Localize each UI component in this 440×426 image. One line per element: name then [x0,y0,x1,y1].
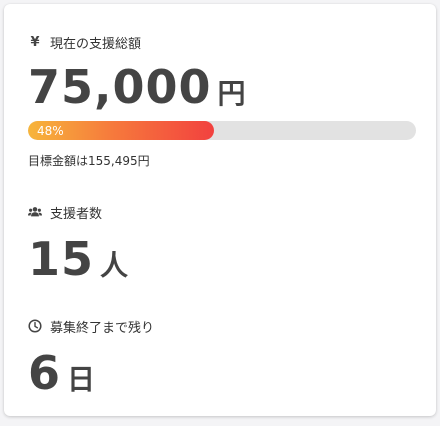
supporters-count-value: 15 [28,232,95,286]
remaining-days: 6 日 [28,350,412,396]
total-amount-label-row: ¥ 現在の支援総額 [28,32,412,52]
total-amount-value: 75,000 [28,60,212,114]
total-amount-section: ¥ 現在の支援総額 75,000 円 [28,32,412,111]
supporters-label-row: 支援者数 [28,202,412,222]
remaining-days-section: 募集終了まで残り 6 日 [28,316,412,396]
funding-status-card: ¥ 現在の支援総額 75,000 円 48% 目標金額は155,495円 支援者… [4,4,436,416]
yen-icon: ¥ [30,34,40,50]
funding-progress-bar: 48% [28,121,416,140]
funding-progress-fill: 48% [28,121,215,140]
remaining-days-value: 6 [28,346,62,400]
funding-progress-percent: 48% [37,123,64,138]
total-amount: 75,000 円 [28,64,412,110]
supporters-count: 15 人 [28,236,412,282]
remaining-days-unit: 日 [67,363,96,396]
total-amount-unit: 円 [217,77,246,110]
goal-amount-text: 目標金額は155,495円 [28,154,150,168]
total-amount-label: 現在の支援総額 [50,36,142,52]
supporters-section: 支援者数 15 人 [28,202,412,282]
remaining-days-label-row: 募集終了まで残り [28,316,412,336]
supporters-label: 支援者数 [50,206,103,222]
users-icon [28,205,42,219]
remaining-days-label: 募集終了まで残り [50,320,155,336]
clock-icon [28,319,42,333]
supporters-count-unit: 人 [100,249,129,282]
